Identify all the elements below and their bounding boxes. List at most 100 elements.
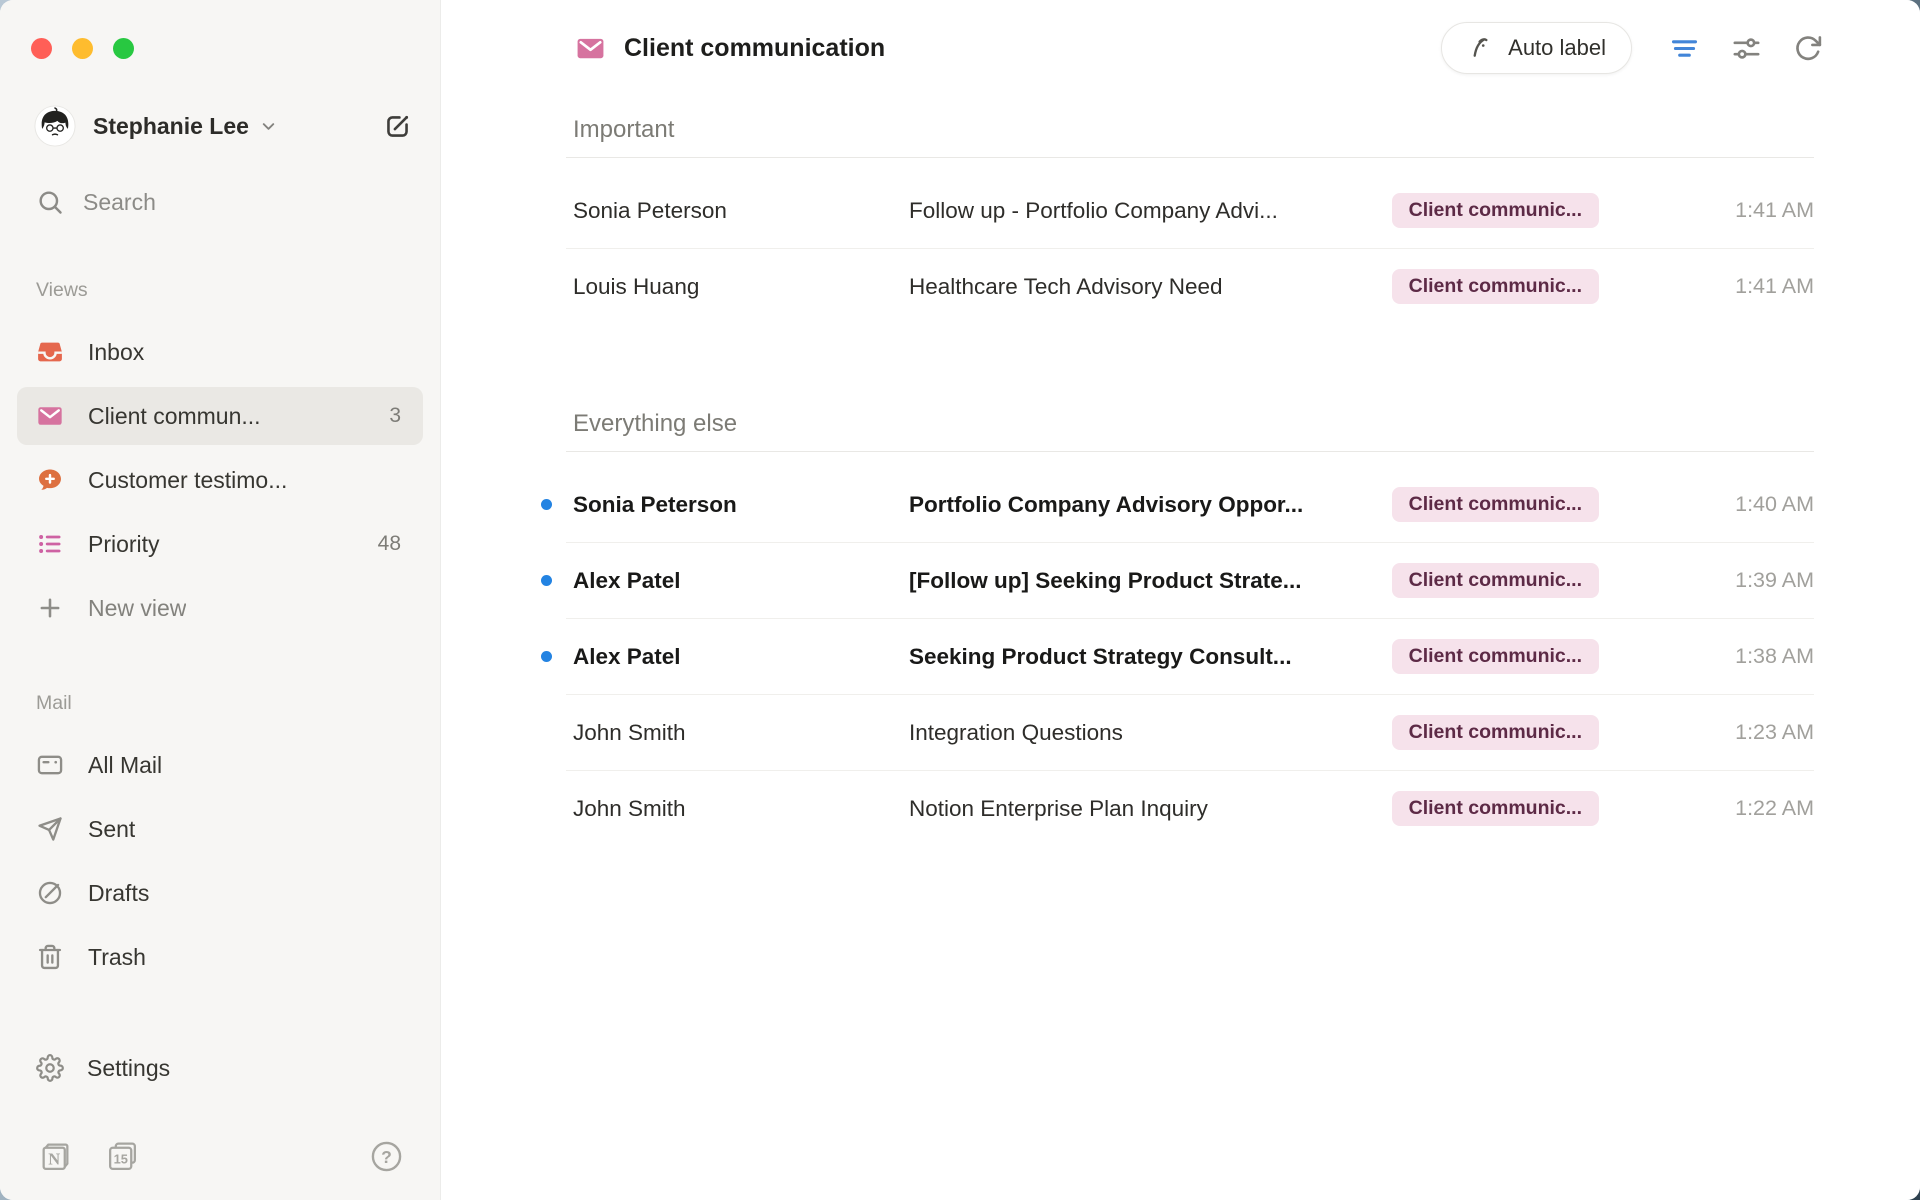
mail-subject: Seeking Product Strategy Consult... — [909, 644, 1392, 670]
sidebar-item-customer-testimo[interactable]: Customer testimo... — [17, 451, 423, 509]
close-button[interactable] — [31, 38, 52, 59]
sidebar: Stephanie Lee Search Views — [0, 0, 441, 1200]
main-header: Client communication Auto label — [441, 0, 1920, 96]
page-title: Client communication — [624, 34, 885, 63]
sidebar-item-label: Drafts — [88, 880, 149, 907]
mail-time: 1:22 AM — [1694, 796, 1814, 821]
mail-subject: Notion Enterprise Plan Inquiry — [909, 796, 1392, 822]
mail-folder-list: All Mail Sent Drafts Trash — [0, 736, 440, 992]
mail-row[interactable]: Alex Patel Seeking Product Strategy Cons… — [566, 619, 1814, 695]
chevron-down-icon — [259, 117, 278, 136]
refresh-icon — [1793, 33, 1823, 63]
views-list: Inbox Client commun... 3 Customer testim… — [0, 323, 440, 643]
section-rows: Sonia Peterson Follow up - Portfolio Com… — [566, 158, 1814, 324]
search-label: Search — [83, 189, 156, 216]
mail-section: Important Sonia Peterson Follow up - Por… — [566, 96, 1814, 324]
mail-subject: Follow up - Portfolio Company Advi... — [909, 198, 1392, 224]
mail-time: 1:41 AM — [1694, 274, 1814, 299]
sidebar-item-inbox[interactable]: Inbox — [17, 323, 423, 381]
view-envelope-icon — [575, 33, 606, 64]
label-chip[interactable]: Client communic... — [1392, 715, 1599, 750]
notion-calendar-icon[interactable]: 15 — [105, 1139, 140, 1174]
mail-sender: John Smith — [566, 720, 909, 746]
sidebar-item-label: Sent — [88, 816, 135, 843]
label-chip[interactable]: Client communic... — [1392, 563, 1599, 598]
section-header: Everything else — [573, 410, 1814, 438]
auto-label-button-label: Auto label — [1508, 35, 1606, 61]
mail-subject: [Follow up] Seeking Product Strate... — [909, 568, 1392, 594]
sent-icon — [36, 815, 64, 843]
mail-sender: Louis Huang — [566, 274, 909, 300]
mail-main-panel: Client communication Auto label — [441, 0, 1920, 1200]
sidebar-item-client-commun[interactable]: Client commun... 3 — [17, 387, 423, 445]
help-icon[interactable]: ? — [369, 1139, 404, 1174]
sidebar-item-all-mail[interactable]: All Mail — [17, 736, 423, 794]
sliders-icon — [1731, 33, 1762, 64]
sidebar-item-label: New view — [88, 595, 186, 622]
drafts-icon — [36, 879, 64, 907]
mail-row[interactable]: John Smith Integration Questions Client … — [566, 695, 1814, 771]
compose-icon — [382, 111, 413, 142]
mail-list: Important Sonia Peterson Follow up - Por… — [441, 96, 1920, 846]
sidebar-item-new-view[interactable]: New view — [17, 579, 423, 637]
minimize-button[interactable] — [72, 38, 93, 59]
mail-row[interactable]: Louis Huang Healthcare Tech Advisory Nee… — [566, 249, 1814, 324]
label-chip[interactable]: Client communic... — [1392, 791, 1599, 826]
mail-subject: Integration Questions — [909, 720, 1392, 746]
mail-section-label: Mail — [36, 692, 440, 715]
sidebar-item-label: Priority — [88, 531, 160, 558]
inbox-icon — [36, 338, 64, 366]
mail-time: 1:39 AM — [1694, 568, 1814, 593]
sidebar-item-settings[interactable]: Settings — [36, 1054, 414, 1082]
account-switcher[interactable]: Stephanie Lee — [34, 105, 414, 147]
mail-row[interactable]: Sonia Peterson Follow up - Portfolio Com… — [566, 173, 1814, 249]
sidebar-item-drafts[interactable]: Drafts — [17, 864, 423, 922]
svg-text:?: ? — [381, 1147, 392, 1167]
mail-subject: Portfolio Company Advisory Oppor... — [909, 492, 1392, 518]
mail-subject: Healthcare Tech Advisory Need — [909, 274, 1392, 300]
mail-time: 1:23 AM — [1694, 720, 1814, 745]
mail-row[interactable]: Sonia Peterson Portfolio Company Advisor… — [566, 467, 1814, 543]
gear-icon — [36, 1054, 64, 1082]
mail-row[interactable]: Alex Patel [Follow up] Seeking Product S… — [566, 543, 1814, 619]
sidebar-item-priority[interactable]: Priority 48 — [17, 515, 423, 573]
priority-list-icon — [36, 530, 64, 558]
refresh-button[interactable] — [1788, 28, 1828, 68]
auto-label-icon — [1467, 34, 1495, 62]
sidebar-item-sent[interactable]: Sent — [17, 800, 423, 858]
zoom-button[interactable] — [113, 38, 134, 59]
mail-sender: Sonia Peterson — [566, 198, 909, 224]
mail-sender: Alex Patel — [566, 644, 909, 670]
mail-sender: John Smith — [566, 796, 909, 822]
user-name: Stephanie Lee — [93, 113, 249, 140]
filter-button[interactable] — [1664, 28, 1704, 68]
svg-text:N: N — [48, 1150, 60, 1169]
avatar — [34, 105, 76, 147]
sidebar-item-trash[interactable]: Trash — [17, 928, 423, 986]
trash-icon — [36, 943, 64, 971]
client-view-envelope-icon — [36, 402, 64, 430]
app-window: Stephanie Lee Search Views — [0, 0, 1920, 1200]
plus-icon — [36, 594, 64, 622]
sidebar-item-count: 48 — [378, 532, 401, 556]
auto-label-button[interactable]: Auto label — [1441, 22, 1632, 74]
label-chip[interactable]: Client communic... — [1392, 269, 1599, 304]
unread-dot-icon — [541, 575, 552, 586]
label-chip[interactable]: Client communic... — [1392, 193, 1599, 228]
mail-row[interactable]: John Smith Notion Enterprise Plan Inquir… — [566, 771, 1814, 846]
customer-testimonial-icon — [36, 466, 64, 494]
unread-dot-icon — [541, 499, 552, 510]
search-button[interactable]: Search — [36, 188, 414, 216]
section-rows: Sonia Peterson Portfolio Company Advisor… — [566, 452, 1814, 846]
label-chip[interactable]: Client communic... — [1392, 639, 1599, 674]
display-settings-button[interactable] — [1726, 28, 1766, 68]
notion-app-icon[interactable]: N — [38, 1139, 73, 1174]
compose-button[interactable] — [380, 109, 414, 143]
window-controls — [0, 0, 440, 59]
search-icon — [36, 188, 64, 216]
settings-label: Settings — [87, 1055, 170, 1082]
sidebar-item-count: 3 — [389, 404, 401, 428]
label-chip[interactable]: Client communic... — [1392, 487, 1599, 522]
mail-time: 1:40 AM — [1694, 492, 1814, 517]
sidebar-item-label: All Mail — [88, 752, 162, 779]
